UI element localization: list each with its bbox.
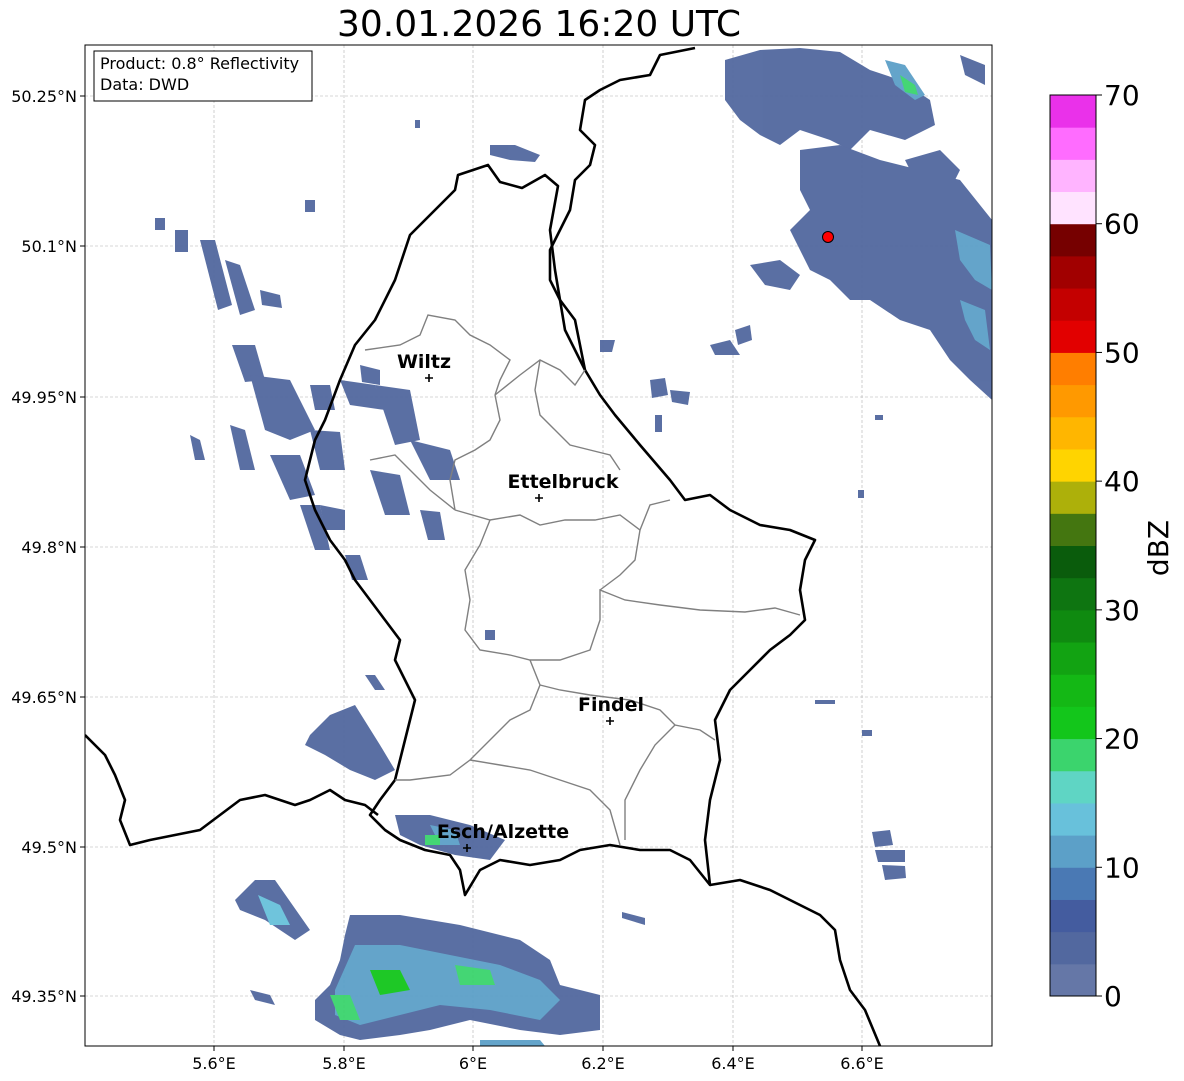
lat-label: 49.95°N bbox=[11, 388, 77, 407]
lat-label: 49.8°N bbox=[21, 538, 77, 557]
lon-label: 5.6°E bbox=[192, 1054, 236, 1073]
colorbar-segment bbox=[1050, 513, 1096, 546]
colorbar-segment bbox=[1050, 416, 1096, 450]
data-source-text: Data: DWD bbox=[100, 75, 189, 94]
colorbar-segment bbox=[1050, 867, 1096, 900]
colorbar-segment bbox=[1050, 481, 1096, 514]
colorbar-segment bbox=[1050, 609, 1096, 643]
radar-site-marker bbox=[822, 231, 834, 243]
colorbar-segments bbox=[1050, 95, 1096, 997]
colorbar-tick-label: 10 bbox=[1104, 851, 1140, 884]
colorbar-tick-label: 60 bbox=[1104, 208, 1140, 241]
colorbar-segment bbox=[1050, 191, 1096, 225]
colorbar-segment bbox=[1050, 931, 1096, 965]
lat-label: 50.1°N bbox=[21, 237, 77, 256]
lat-label: 49.65°N bbox=[11, 688, 77, 707]
colorbar-segment bbox=[1050, 127, 1096, 160]
colorbar-segment bbox=[1050, 223, 1096, 257]
colorbar-segment bbox=[1050, 95, 1096, 128]
colorbar-segment bbox=[1050, 642, 1096, 675]
colorbar-segment bbox=[1050, 770, 1096, 804]
colorbar-segment bbox=[1050, 352, 1096, 386]
lat-label: 49.5°N bbox=[21, 838, 77, 857]
lon-label: 6.4°E bbox=[711, 1054, 755, 1073]
city-label: Esch/Alzette bbox=[437, 821, 569, 843]
colorbar-tick-label: 50 bbox=[1104, 336, 1140, 369]
colorbar-segment bbox=[1050, 288, 1096, 321]
colorbar-segment bbox=[1050, 320, 1096, 353]
info-box: Product: 0.8° Reflectivity Data: DWD bbox=[93, 50, 313, 102]
colorbar-segment bbox=[1050, 706, 1096, 740]
colorbar-tick-label: 40 bbox=[1104, 465, 1140, 498]
colorbar-tick-label: 30 bbox=[1104, 594, 1140, 627]
colorbar-tick-label: 70 bbox=[1104, 79, 1140, 112]
colorbar-segment bbox=[1050, 384, 1096, 418]
product-text: Product: 0.8° Reflectivity bbox=[100, 54, 299, 73]
lat-label: 50.25°N bbox=[11, 87, 77, 106]
city-label: Wiltz bbox=[397, 351, 451, 373]
latitude-labels: 50.25°N 50.1°N 49.95°N 49.8°N 49.65°N 49… bbox=[11, 87, 77, 1006]
colorbar-segment bbox=[1050, 255, 1096, 289]
colorbar-segment bbox=[1050, 738, 1096, 772]
colorbar-segment bbox=[1050, 159, 1096, 193]
radar-map: 50.25°N 50.1°N 49.95°N 49.8°N 49.65°N 49… bbox=[11, 44, 1175, 1073]
colorbar-segment bbox=[1050, 802, 1096, 836]
colorbar-segment bbox=[1050, 835, 1096, 868]
lat-label: 49.35°N bbox=[11, 987, 77, 1006]
colorbar-segment bbox=[1050, 448, 1096, 482]
lon-label: 6.6°E bbox=[840, 1054, 884, 1073]
lon-label: 6.2°E bbox=[581, 1054, 625, 1073]
colorbar-segment bbox=[1050, 963, 1096, 997]
colorbar-segment bbox=[1050, 899, 1096, 933]
colorbar-tick-label: 0 bbox=[1104, 980, 1122, 1013]
longitude-labels: 5.6°E 5.8°E 6°E 6.2°E 6.4°E 6.6°E bbox=[192, 1054, 884, 1073]
colorbar-tick-label: 20 bbox=[1104, 723, 1140, 756]
city-label: Findel bbox=[578, 694, 644, 716]
city-label: Ettelbruck bbox=[508, 471, 619, 493]
colorbar-ticks: 0 10 20 30 40 50 60 70 bbox=[1096, 79, 1140, 1013]
colorbar-segment bbox=[1050, 545, 1096, 579]
colorbar-segment bbox=[1050, 577, 1096, 611]
lon-label: 6°E bbox=[459, 1054, 487, 1073]
colorbar-segment bbox=[1050, 674, 1096, 707]
colorbar: 0 10 20 30 40 50 60 70 dBZ bbox=[1049, 79, 1175, 1013]
colorbar-label: dBZ bbox=[1142, 520, 1175, 576]
lon-label: 5.8°E bbox=[322, 1054, 366, 1073]
